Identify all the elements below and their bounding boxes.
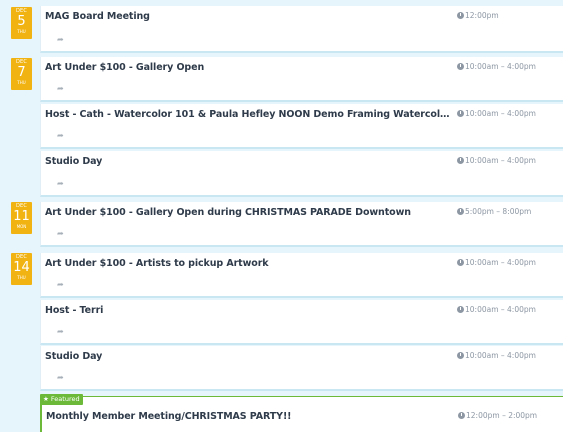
featured-badge: ★ Featured [40,394,83,405]
event-time: 5:00pm – 8:00pm [457,207,531,216]
star-icon: ★ [43,395,49,403]
date-day: 7 [17,65,26,80]
event-time: 10:00am – 4:00pm [457,258,536,267]
share-icon[interactable]: ➦ [57,280,64,289]
event-title[interactable]: Art Under $100 - Artists to pickup Artwo… [45,258,269,269]
clock-icon [457,259,464,266]
event-title[interactable]: Monthly Member Meeting/CHRISTMAS PARTY!! [46,411,291,422]
date-weekday: THU [17,80,26,85]
date-weekday: THU [17,29,26,34]
date-badge: DEC 5 THU [11,7,32,39]
clock-icon [457,157,464,164]
share-icon[interactable]: ➦ [57,179,64,188]
event-card[interactable]: Art Under $100 - Artists to pickup Artwo… [40,253,563,298]
event-time: 10:00am – 4:00pm [457,109,536,118]
featured-event-card[interactable]: Monthly Member Meeting/CHRISTMAS PARTY!!… [40,396,563,432]
share-icon[interactable]: ➦ [57,229,64,238]
clock-icon [457,208,464,215]
date-badge: DEC 14 THU [11,253,32,285]
clock-icon [457,12,464,19]
date-badge: DEC 11 MON [11,202,32,234]
share-icon[interactable]: ➦ [57,327,64,336]
event-title[interactable]: Studio Day [45,156,102,167]
date-badge: DEC 7 THU [11,58,32,90]
date-weekday: MON [16,224,27,229]
event-title[interactable]: Studio Day [45,351,102,362]
event-time: 12:00pm – 2:00pm [458,411,537,420]
date-day: 14 [13,260,30,275]
event-title[interactable]: Host - Terri [45,305,103,316]
event-card[interactable]: Studio Day 10:00am – 4:00pm ➦ [40,346,563,391]
event-time: 10:00am – 4:00pm [457,62,536,71]
clock-icon [457,352,464,359]
event-title[interactable]: Art Under $100 - Gallery Open [45,62,204,73]
event-time: 10:00am – 4:00pm [457,156,536,165]
event-time: 12:00pm [457,11,499,20]
event-card[interactable]: Studio Day 10:00am – 4:00pm ➦ [40,151,563,197]
clock-icon [457,110,464,117]
clock-icon [457,63,464,70]
event-card[interactable]: Art Under $100 - Gallery Open during CHR… [40,202,563,247]
clock-icon [457,306,464,313]
event-card[interactable]: Host - Cath - Watercolor 101 & Paula Hef… [40,104,563,149]
share-icon[interactable]: ➦ [57,131,64,140]
event-list: DEC 5 THU DEC 7 THU DEC 11 MON DEC 14 TH… [0,0,563,432]
event-card[interactable]: MAG Board Meeting 12:00pm ➦ [40,6,563,53]
event-time: 10:00am – 4:00pm [457,351,536,360]
share-icon[interactable]: ➦ [57,35,64,44]
event-title[interactable]: Art Under $100 - Gallery Open during CHR… [45,207,411,218]
share-icon[interactable]: ➦ [57,84,64,93]
event-title[interactable]: Host - Cath - Watercolor 101 & Paula Hef… [45,109,450,120]
share-icon[interactable]: ➦ [57,373,64,382]
clock-icon [458,412,465,419]
event-card[interactable]: Host - Terri 10:00am – 4:00pm ➦ [40,300,563,345]
date-day: 11 [13,209,30,224]
event-time: 10:00am – 4:00pm [457,305,536,314]
date-weekday: THU [17,275,26,280]
event-card[interactable]: Art Under $100 - Gallery Open 10:00am – … [40,57,563,102]
event-title[interactable]: MAG Board Meeting [45,11,150,22]
date-day: 5 [17,14,26,29]
